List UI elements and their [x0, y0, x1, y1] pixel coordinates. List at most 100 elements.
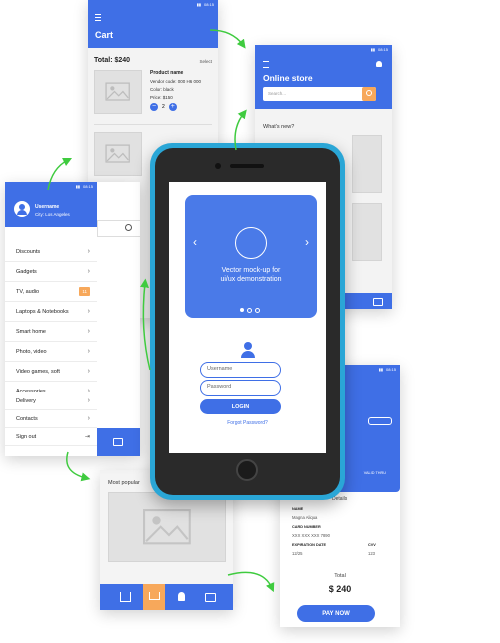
- carousel-dot: [255, 308, 260, 313]
- menu-item-tv-audio[interactable]: TV, audio 11: [5, 282, 97, 302]
- menu-item-photo-video[interactable]: Photo, video ›: [5, 342, 97, 362]
- total-label: Total: [334, 573, 346, 579]
- home-icon[interactable]: [120, 592, 131, 602]
- card-icon[interactable]: [373, 298, 383, 306]
- exit-icon: ⇥: [84, 434, 90, 440]
- chevron-right-icon: ›: [87, 328, 90, 335]
- card-icon[interactable]: [205, 593, 216, 602]
- decrease-button[interactable]: −: [150, 103, 158, 111]
- chevron-right-icon: ›: [87, 348, 90, 355]
- menu-badge: 11: [79, 287, 90, 296]
- menu-item-label: Laptops & Notebooks: [16, 308, 69, 315]
- menu-item-label: TV, audio: [16, 288, 40, 295]
- username-placeholder: Username: [207, 366, 233, 372]
- username-field[interactable]: Username: [200, 362, 281, 378]
- store-header: ▮▮ 08:15 Online store Search...: [255, 45, 392, 109]
- menu-item-gadgets[interactable]: Gadgets ›: [5, 262, 97, 282]
- chevron-left-icon[interactable]: ‹: [193, 235, 197, 249]
- cvv-value: 123: [368, 551, 375, 556]
- product-image: [94, 132, 142, 176]
- details-title: Details: [332, 496, 348, 502]
- product-color: Color: black: [150, 87, 174, 92]
- quantity-value: 2: [162, 104, 165, 110]
- slide-title-line-1: Vector mock-up for: [221, 267, 281, 274]
- search-strip[interactable]: [97, 220, 140, 237]
- menu-item-label: Delivery: [16, 397, 36, 404]
- carousel-dots[interactable]: [240, 308, 260, 313]
- status-bar: ▮▮ 08:15: [75, 184, 93, 189]
- forgot-password-link[interactable]: Forgot Password?: [169, 420, 326, 426]
- search-button[interactable]: [362, 87, 376, 101]
- menu-item-laptops[interactable]: Laptops & Notebooks ›: [5, 302, 97, 322]
- menu-item-label: Discounts: [16, 248, 41, 255]
- username: Username: [35, 204, 60, 210]
- increase-button[interactable]: +: [168, 103, 177, 111]
- slide-image-placeholder: [235, 227, 267, 259]
- chevron-right-icon: ›: [87, 397, 90, 404]
- password-placeholder: Password: [207, 384, 232, 390]
- product-tile: [352, 203, 382, 261]
- valid-thru-label: VALID THRU: [363, 471, 386, 475]
- card-icon[interactable]: [113, 438, 123, 446]
- cart-tab[interactable]: [143, 584, 165, 610]
- menu-item-sign-out[interactable]: Sign out ⇥: [5, 428, 97, 446]
- login-button[interactable]: LOGIN: [200, 399, 281, 414]
- cart-total: Total: $240: [94, 57, 131, 64]
- bottom-nav: [100, 584, 233, 610]
- menu-item-label: Gadgets: [16, 268, 37, 275]
- name-value: Magna Aliqua: [292, 515, 318, 520]
- menu-item-discounts[interactable]: Discounts ›: [5, 242, 97, 262]
- search-icon: [125, 224, 132, 231]
- menu-icon[interactable]: [95, 14, 101, 21]
- cart-icon: [149, 592, 160, 600]
- menu-item-contacts[interactable]: Contacts ›: [5, 410, 97, 428]
- search-bar[interactable]: Search...: [263, 87, 376, 101]
- section-title: What's new?: [263, 124, 295, 130]
- menu-header: ▮▮ 08:15 Username City: Los Angeles: [5, 182, 97, 227]
- phone-screen: ‹ › Vector mock-up for ui/ux demonstrati…: [169, 182, 326, 453]
- phone-speaker: [230, 164, 264, 168]
- phone-device: ‹ › Vector mock-up for ui/ux demonstrati…: [150, 143, 345, 500]
- phone-bezel: ‹ › Vector mock-up for ui/ux demonstrati…: [155, 148, 340, 495]
- divider: [94, 124, 212, 125]
- search-input[interactable]: Search...: [268, 91, 286, 96]
- expiration-value: 12/25: [292, 551, 303, 556]
- cart-header: ▮▮ 08:15 Cart: [88, 0, 218, 48]
- status-bar: ▮▮ 08:15: [196, 2, 214, 7]
- cvv-label: CVV: [368, 543, 376, 547]
- page-title: Cart: [95, 30, 114, 40]
- chevron-right-icon: ›: [87, 268, 90, 275]
- menu-list: Discounts › Gadgets › TV, audio 11 Laptops …: [5, 242, 97, 402]
- menu-item-delivery[interactable]: Delivery ›: [5, 392, 97, 410]
- page-title: Online store: [263, 73, 313, 83]
- product-name: Product name: [150, 70, 184, 76]
- card-number-label: CARD NUMBER: [292, 525, 321, 529]
- flow-arrow: [227, 571, 275, 593]
- carousel-card[interactable]: ‹ › Vector mock-up for ui/ux demonstrati…: [185, 195, 317, 318]
- chevron-right-icon: ›: [87, 248, 90, 255]
- product-price: Price: $150: [150, 95, 173, 100]
- status-bar: ▮▮ 08:15: [370, 47, 388, 52]
- chevron-right-icon: ›: [87, 415, 90, 422]
- vendor-code: Vendor code: 000 H6 000: [150, 79, 202, 84]
- menu-item-label: Video games, soft: [16, 368, 60, 375]
- card-edit-button[interactable]: [368, 417, 392, 425]
- password-field[interactable]: Password: [200, 380, 281, 396]
- menu-icon[interactable]: [263, 61, 269, 68]
- card-number-value: XXX XXX XXX 7890: [292, 533, 330, 538]
- home-button[interactable]: [236, 459, 258, 481]
- chevron-right-icon: ›: [87, 308, 90, 315]
- search-icon: [365, 90, 372, 96]
- product-image: [94, 70, 142, 114]
- carousel-dot-active: [240, 308, 244, 312]
- menu-item-smart-home[interactable]: Smart home ›: [5, 322, 97, 342]
- chevron-right-icon: ›: [87, 368, 90, 375]
- select-link[interactable]: Select: [199, 59, 212, 64]
- chevron-right-icon[interactable]: ›: [305, 235, 309, 249]
- phone-camera: [215, 163, 221, 169]
- menu-bottom-list: Delivery › Contacts › Sign out ⇥: [5, 392, 97, 446]
- bell-icon[interactable]: [178, 592, 185, 601]
- menu-item-video-games[interactable]: Video games, soft ›: [5, 362, 97, 382]
- pay-now-button[interactable]: PAY NOW: [297, 605, 375, 622]
- bell-icon[interactable]: [376, 61, 382, 67]
